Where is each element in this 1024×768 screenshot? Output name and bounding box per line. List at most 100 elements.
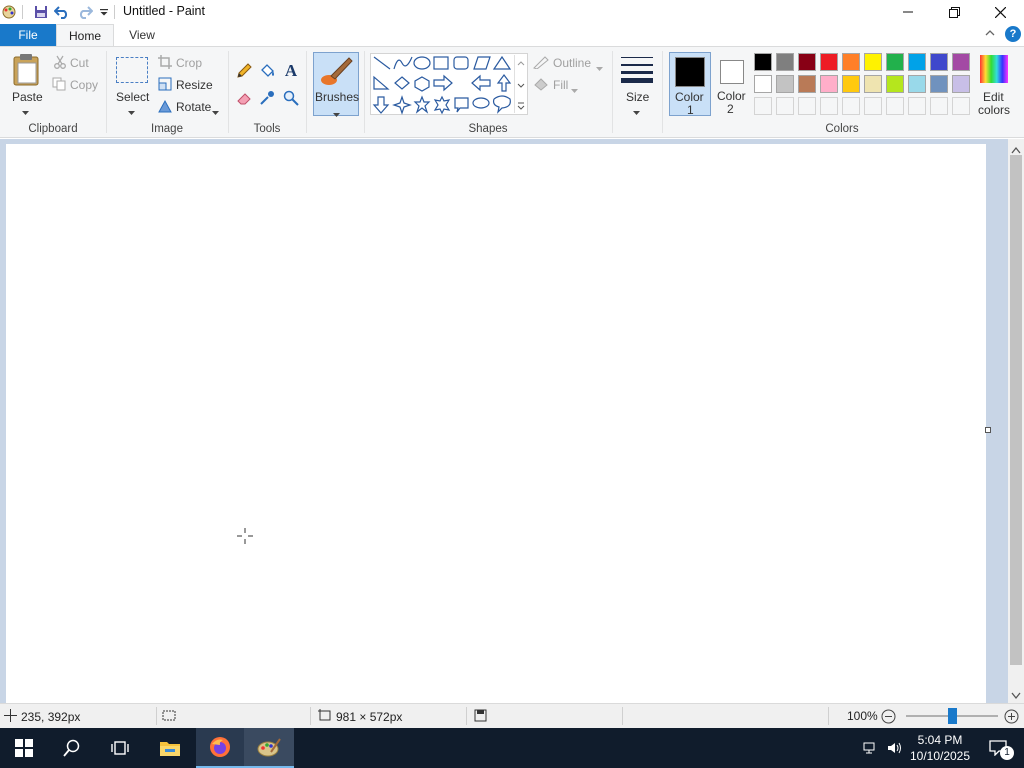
paint-taskbar-icon[interactable]	[244, 728, 294, 768]
tab-home[interactable]: Home	[56, 24, 114, 47]
shape-fill-dropdown-icon[interactable]	[571, 83, 578, 97]
palette-color[interactable]	[886, 75, 904, 93]
resize-button[interactable]: Resize	[176, 78, 213, 92]
volume-icon[interactable]	[884, 728, 906, 768]
canvas-resize-handle[interactable]	[985, 427, 991, 433]
copy-button[interactable]: Copy	[70, 78, 98, 92]
paste-icon[interactable]	[12, 53, 42, 90]
palette-custom-slot[interactable]	[886, 97, 904, 115]
start-button[interactable]	[0, 728, 48, 768]
palette-color[interactable]	[776, 53, 794, 71]
shapes-scroll[interactable]	[514, 55, 526, 113]
firefox-icon[interactable]	[196, 728, 244, 768]
outline-dropdown-icon[interactable]	[596, 61, 603, 75]
search-icon[interactable]	[48, 728, 96, 768]
palette-color[interactable]	[886, 53, 904, 71]
palette-color[interactable]	[776, 75, 794, 93]
brushes-button[interactable]: Brushes	[313, 52, 359, 117]
redo-icon[interactable]	[76, 3, 94, 21]
palette-color[interactable]	[754, 75, 772, 93]
text-icon[interactable]: A	[282, 61, 300, 80]
crop-icon[interactable]	[158, 55, 172, 72]
palette-color[interactable]	[930, 75, 948, 93]
save-icon[interactable]	[32, 3, 50, 21]
palette-color[interactable]	[908, 75, 926, 93]
copy-icon[interactable]	[52, 77, 66, 94]
rotate-icon[interactable]	[158, 99, 172, 116]
minimize-button[interactable]	[885, 0, 931, 24]
palette-color[interactable]	[820, 75, 838, 93]
palette-custom-slot[interactable]	[930, 97, 948, 115]
eraser-icon[interactable]	[235, 89, 253, 107]
color1-button[interactable]: Color 1	[669, 52, 711, 117]
paste-dropdown-icon[interactable]	[22, 105, 29, 119]
color2-button[interactable]: Color 2	[712, 52, 752, 116]
notifications-icon[interactable]: 1	[978, 728, 1018, 768]
select-dropdown-icon[interactable]	[128, 105, 135, 119]
network-icon[interactable]	[860, 728, 882, 768]
select-button[interactable]: Select	[116, 90, 149, 104]
cut-icon[interactable]	[53, 55, 67, 72]
palette-custom-slot[interactable]	[842, 97, 860, 115]
palette-color[interactable]	[798, 75, 816, 93]
palette-custom-slot[interactable]	[798, 97, 816, 115]
customize-quick-access-icon[interactable]	[95, 3, 113, 21]
color-picker-icon[interactable]	[258, 89, 276, 107]
palette-custom-slot[interactable]	[908, 97, 926, 115]
help-icon[interactable]: ?	[1005, 26, 1021, 42]
undo-icon[interactable]	[53, 3, 71, 21]
cut-button[interactable]: Cut	[70, 56, 89, 70]
zoom-in-icon[interactable]	[1004, 709, 1019, 727]
size-icon[interactable]	[620, 55, 654, 88]
outline-button[interactable]: Outline	[553, 56, 591, 70]
zoom-slider-thumb[interactable]	[948, 708, 957, 724]
tab-file[interactable]: File	[0, 24, 56, 46]
palette-custom-slot[interactable]	[820, 97, 838, 115]
palette-color[interactable]	[754, 53, 772, 71]
outline-icon[interactable]	[533, 55, 549, 72]
clock[interactable]: 5:04 PM 10/10/2025	[908, 728, 972, 768]
rotate-button[interactable]: Rotate	[176, 100, 211, 114]
file-explorer-icon[interactable]	[146, 728, 194, 768]
palette-color[interactable]	[842, 53, 860, 71]
palette-color[interactable]	[952, 53, 970, 71]
scroll-thumb[interactable]	[1010, 155, 1022, 665]
crop-button[interactable]: Crop	[176, 56, 202, 70]
fill-icon[interactable]	[258, 62, 276, 80]
notifications-badge: 1	[1000, 746, 1014, 760]
palette-custom-slot[interactable]	[754, 97, 772, 115]
task-view-icon[interactable]	[96, 728, 144, 768]
rotate-dropdown-icon[interactable]	[212, 105, 219, 119]
shape-fill-button[interactable]: Fill	[553, 78, 568, 92]
palette-color[interactable]	[842, 75, 860, 93]
scroll-down-icon[interactable]	[1011, 689, 1021, 703]
magnifier-icon[interactable]	[282, 89, 300, 107]
pencil-icon[interactable]	[235, 62, 253, 80]
palette-color[interactable]	[820, 53, 838, 71]
restore-button[interactable]	[931, 0, 977, 24]
paint-app-icon[interactable]	[0, 3, 18, 21]
palette-custom-slot[interactable]	[864, 97, 882, 115]
drawing-canvas[interactable]	[6, 144, 986, 704]
palette-color[interactable]	[864, 53, 882, 71]
size-dropdown-icon[interactable]	[633, 105, 640, 119]
palette-color[interactable]	[864, 75, 882, 93]
shapes-gallery-icons[interactable]	[372, 55, 512, 115]
select-icon[interactable]	[116, 57, 148, 83]
palette-color[interactable]	[952, 75, 970, 93]
close-button[interactable]	[977, 0, 1023, 24]
vertical-scrollbar[interactable]	[1008, 139, 1024, 703]
edit-colors-button[interactable]: Edit colors	[978, 53, 1010, 117]
palette-custom-slot[interactable]	[776, 97, 794, 115]
shape-fill-icon[interactable]	[533, 77, 549, 94]
palette-color[interactable]	[908, 53, 926, 71]
palette-color[interactable]	[798, 53, 816, 71]
palette-color[interactable]	[930, 53, 948, 71]
tab-view[interactable]: View	[114, 24, 170, 46]
resize-icon[interactable]	[158, 77, 172, 94]
size-button[interactable]: Size	[626, 90, 649, 104]
paste-button[interactable]: Paste	[12, 90, 43, 104]
collapse-ribbon-icon[interactable]	[984, 27, 996, 42]
zoom-out-icon[interactable]	[881, 709, 896, 727]
palette-custom-slot[interactable]	[952, 97, 970, 115]
